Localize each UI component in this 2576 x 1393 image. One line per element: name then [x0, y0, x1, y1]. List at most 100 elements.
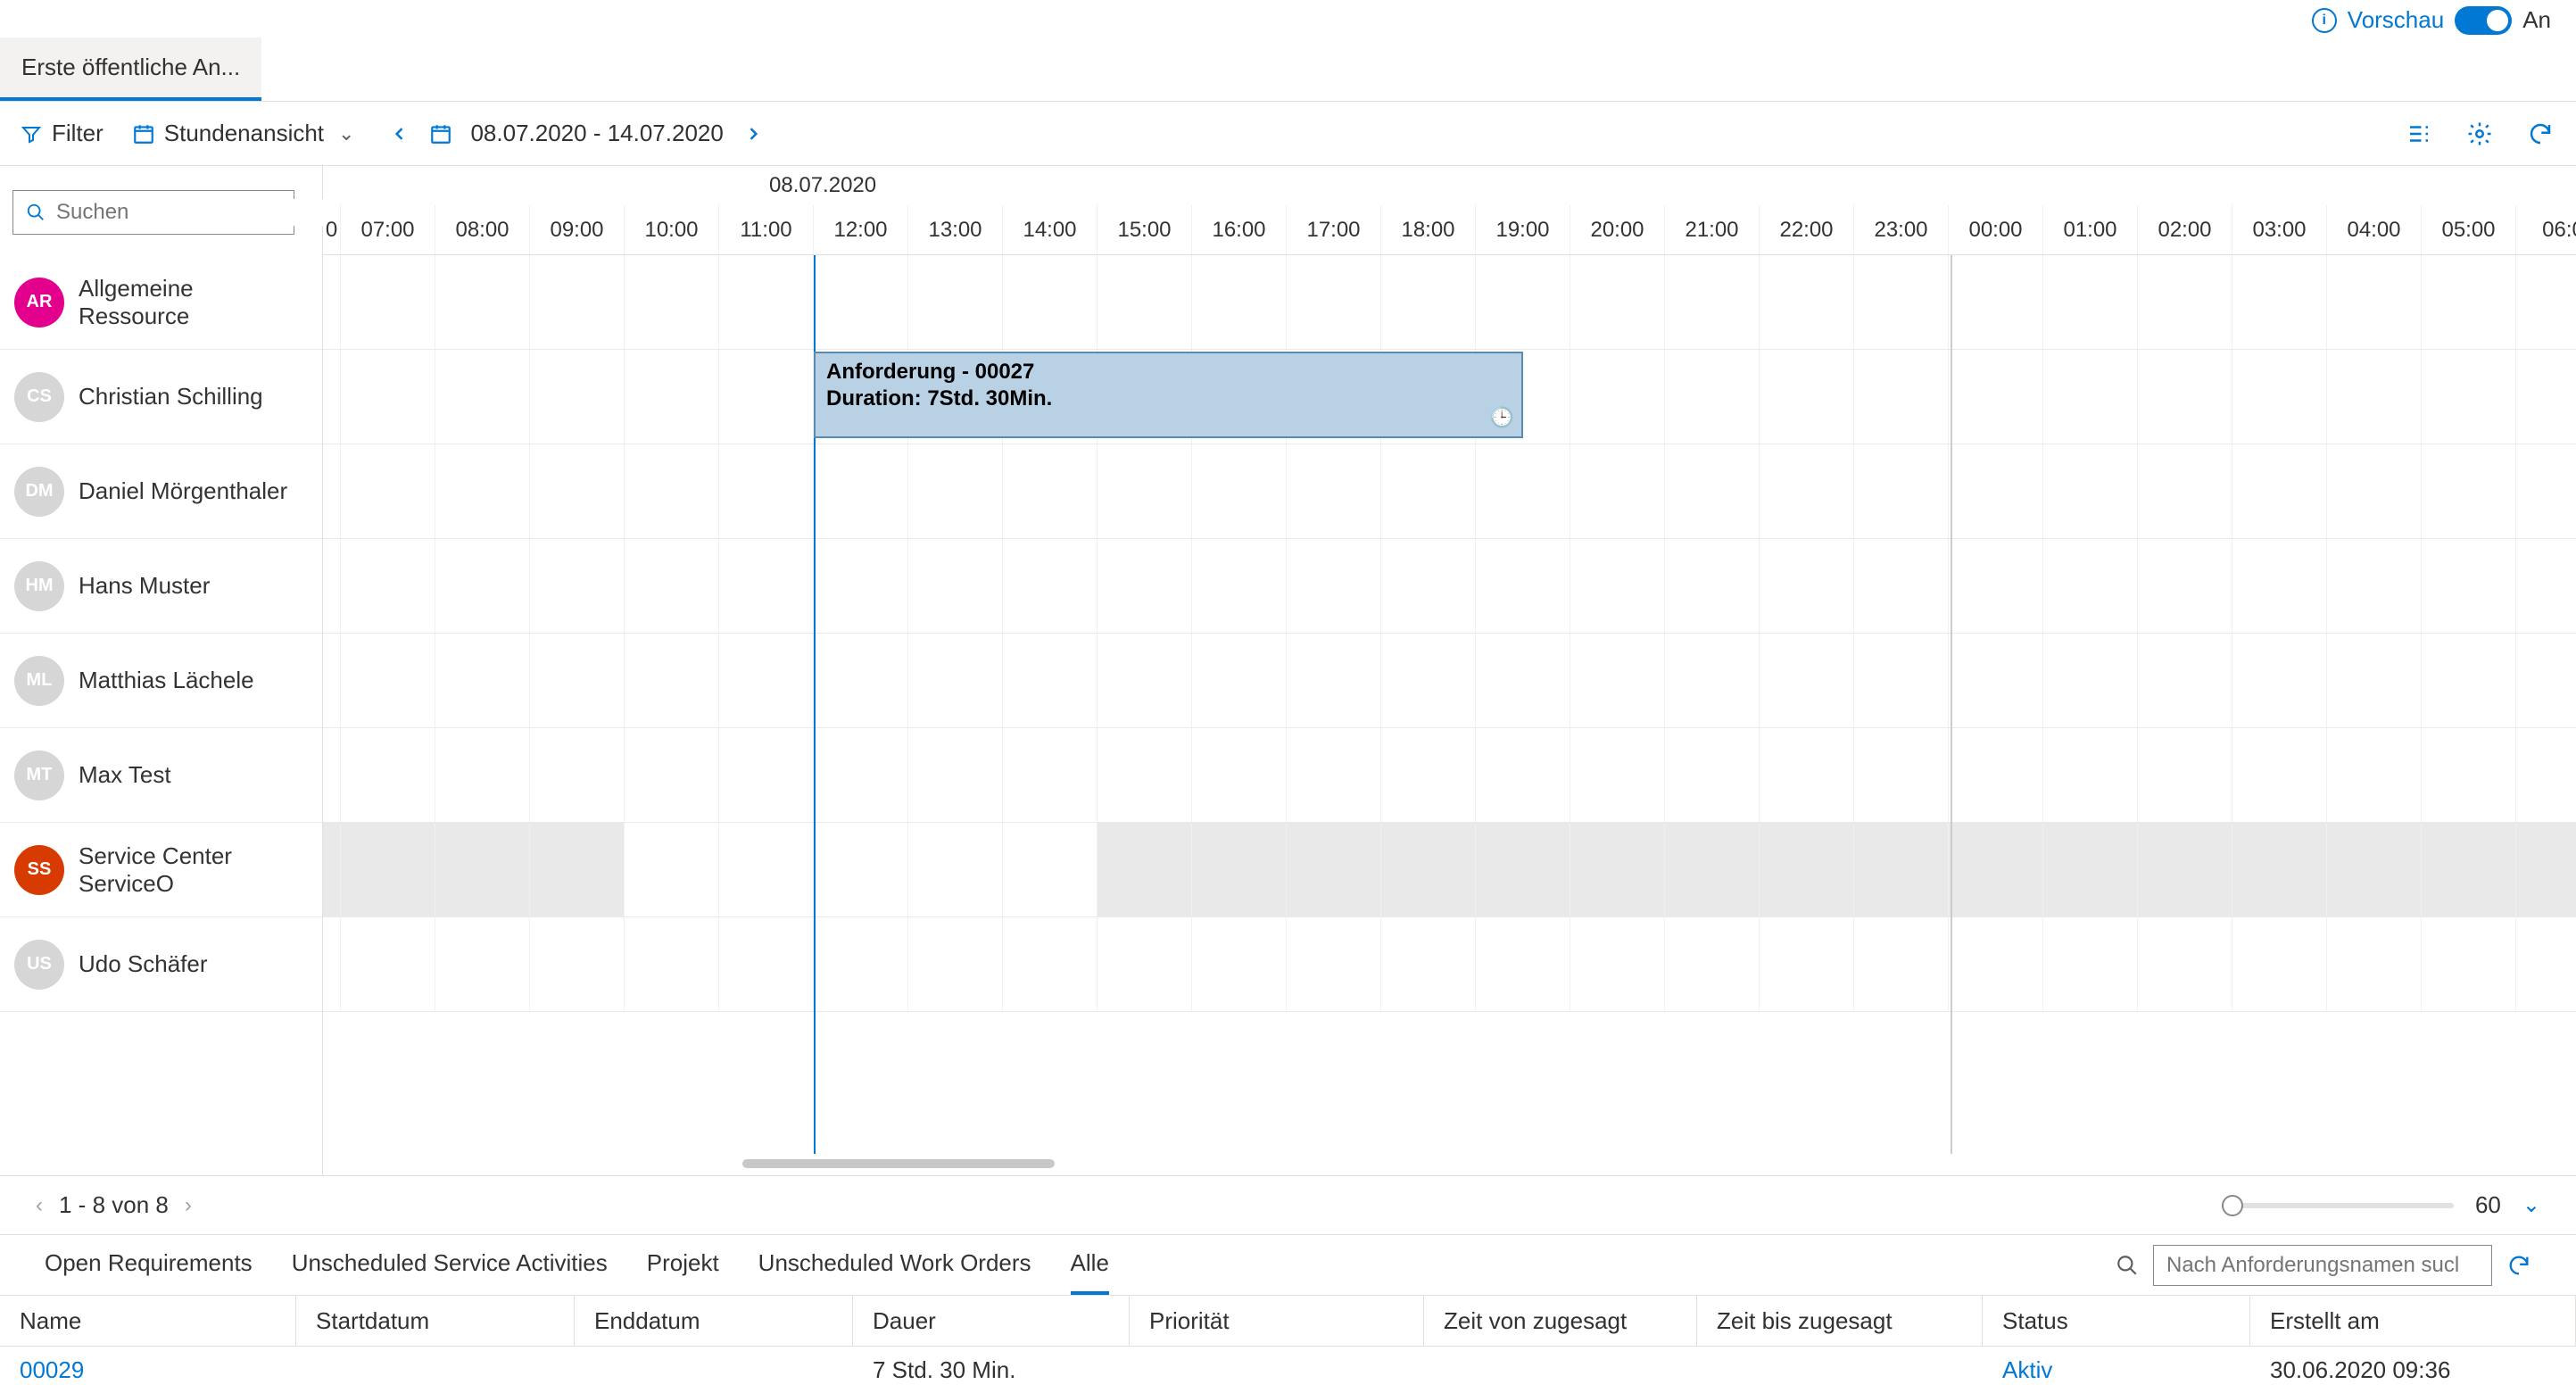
tab-main[interactable]: Erste öffentliche An...: [0, 37, 261, 101]
tab-projekt[interactable]: Projekt: [647, 1235, 719, 1295]
calendar-icon[interactable]: [429, 122, 452, 145]
hour-label: 00:00: [1949, 205, 2043, 254]
hour-label: 12:00: [814, 205, 908, 254]
resource-row[interactable]: US Udo Schäfer: [0, 917, 322, 1012]
timeline-row[interactable]: [323, 917, 2576, 1012]
bottom-search-icon[interactable]: [2116, 1254, 2139, 1277]
col-status[interactable]: Status: [1983, 1296, 2250, 1346]
tab-unscheduled-work-orders[interactable]: Unscheduled Work Orders: [758, 1235, 1031, 1295]
col-start[interactable]: Startdatum: [296, 1296, 575, 1346]
hour-label: 18:00: [1381, 205, 1476, 254]
timeline-row[interactable]: Anforderung - 00027Duration: 7Std. 30Min…: [323, 350, 2576, 444]
preview-label: Vorschau: [2348, 6, 2444, 34]
col-time-to[interactable]: Zeit bis zugesagt: [1697, 1296, 1983, 1346]
settings-button[interactable]: [2464, 118, 2496, 150]
row-start: [296, 1347, 575, 1393]
filter-icon: [20, 122, 43, 145]
row-time-to: [1697, 1347, 1983, 1393]
hour-label: 13:00: [908, 205, 1003, 254]
avatar: US: [14, 940, 64, 990]
resource-search-input[interactable]: [54, 199, 335, 226]
refresh-button[interactable]: [2524, 118, 2556, 150]
hour-label: 0: [323, 205, 341, 254]
resource-row[interactable]: DM Daniel Mörgenthaler: [0, 444, 322, 539]
hour-label: 11:00: [719, 205, 814, 254]
col-priority[interactable]: Priorität: [1130, 1296, 1424, 1346]
hour-label: 07:00: [341, 205, 435, 254]
tab-open-requirements[interactable]: Open Requirements: [45, 1235, 253, 1295]
row-name-link[interactable]: 00029: [0, 1347, 296, 1393]
avatar: AR: [14, 278, 64, 328]
filter-button[interactable]: Filter: [20, 120, 104, 147]
resource-row[interactable]: HM Hans Muster: [0, 539, 322, 634]
hour-label: 09:00: [530, 205, 625, 254]
avatar: MT: [14, 750, 64, 800]
resource-name: Daniel Mörgenthaler: [79, 477, 287, 505]
hour-label: 16:00: [1192, 205, 1287, 254]
resource-name: Hans Muster: [79, 572, 210, 600]
row-end: [575, 1347, 853, 1393]
hour-label: 19:00: [1476, 205, 1570, 254]
info-icon[interactable]: i: [2312, 8, 2337, 33]
booking-item[interactable]: Anforderung - 00027Duration: 7Std. 30Min…: [814, 352, 1523, 438]
resource-search[interactable]: [12, 190, 294, 235]
tab-alle[interactable]: Alle: [1071, 1235, 1109, 1295]
resource-name: Udo Schäfer: [79, 950, 208, 978]
col-created[interactable]: Erstellt am: [2250, 1296, 2576, 1346]
zoom-value: 60: [2475, 1191, 2501, 1219]
chevron-down-icon: ⌄: [333, 122, 360, 145]
timeline-row[interactable]: [323, 444, 2576, 539]
date-prev-button[interactable]: [388, 122, 411, 145]
view-label: Stundenansicht: [164, 120, 324, 147]
pager-next-button[interactable]: ›: [185, 1193, 192, 1218]
timeline-row[interactable]: [323, 255, 2576, 350]
col-time-from[interactable]: Zeit von zugesagt: [1424, 1296, 1697, 1346]
tab-unscheduled-activities[interactable]: Unscheduled Service Activities: [292, 1235, 608, 1295]
resource-row[interactable]: ARAllgemeine Ressource: [0, 255, 322, 350]
list-settings-button[interactable]: [2403, 118, 2435, 150]
avatar: HM: [14, 561, 64, 611]
day-divider: [1951, 255, 1952, 1154]
preview-toggle[interactable]: [2455, 6, 2512, 35]
hour-label: 14:00: [1003, 205, 1097, 254]
hour-label: 23:00: [1854, 205, 1949, 254]
avatar: CS: [14, 372, 64, 422]
bottom-search-input[interactable]: [2153, 1245, 2492, 1286]
resource-row[interactable]: SSService Center ServiceO: [0, 823, 322, 917]
col-end[interactable]: Enddatum: [575, 1296, 853, 1346]
booking-title: Anforderung - 00027: [826, 359, 1511, 386]
date-next-button[interactable]: [741, 122, 765, 145]
timeline-row[interactable]: [323, 539, 2576, 634]
bottom-refresh-button[interactable]: [2506, 1253, 2531, 1278]
hour-label: 05:00: [2422, 205, 2516, 254]
col-name[interactable]: Name: [0, 1296, 296, 1346]
avatar: ML: [14, 656, 64, 706]
resource-row[interactable]: MT Max Test: [0, 728, 322, 823]
table-row[interactable]: 00029 7 Std. 30 Min. Aktiv 30.06.2020 09…: [0, 1347, 2576, 1393]
pager-label: 1 - 8 von 8: [59, 1191, 169, 1219]
resource-row[interactable]: CS Christian Schilling: [0, 350, 322, 444]
col-duration[interactable]: Dauer: [853, 1296, 1130, 1346]
zoom-slider[interactable]: [2222, 1203, 2454, 1208]
resource-row[interactable]: MLMatthias Lächele: [0, 634, 322, 728]
view-dropdown[interactable]: Stundenansicht ⌄: [132, 120, 360, 147]
hour-label: 06:0: [2516, 205, 2576, 254]
resource-name: Max Test: [79, 761, 171, 789]
search-icon: [26, 203, 46, 222]
hour-label: 20:00: [1570, 205, 1665, 254]
booking-duration: Duration: 7Std. 30Min.: [826, 386, 1511, 412]
avatar: DM: [14, 467, 64, 517]
avatar: SS: [14, 845, 64, 895]
timeline-scrollbar[interactable]: [323, 1154, 2576, 1175]
row-duration: 7 Std. 30 Min.: [853, 1347, 1130, 1393]
zoom-chevron-icon[interactable]: ⌄: [2522, 1192, 2540, 1218]
hour-label: 02:00: [2138, 205, 2232, 254]
pager-prev-button[interactable]: ‹: [36, 1193, 43, 1218]
timeline-row[interactable]: [323, 634, 2576, 728]
resource-name: Christian Schilling: [79, 383, 263, 410]
timeline-row[interactable]: [323, 728, 2576, 823]
hour-label: 10:00: [625, 205, 719, 254]
timeline-row[interactable]: [323, 823, 2576, 917]
row-created: 30.06.2020 09:36: [2250, 1347, 2576, 1393]
hour-label: 15:00: [1097, 205, 1192, 254]
